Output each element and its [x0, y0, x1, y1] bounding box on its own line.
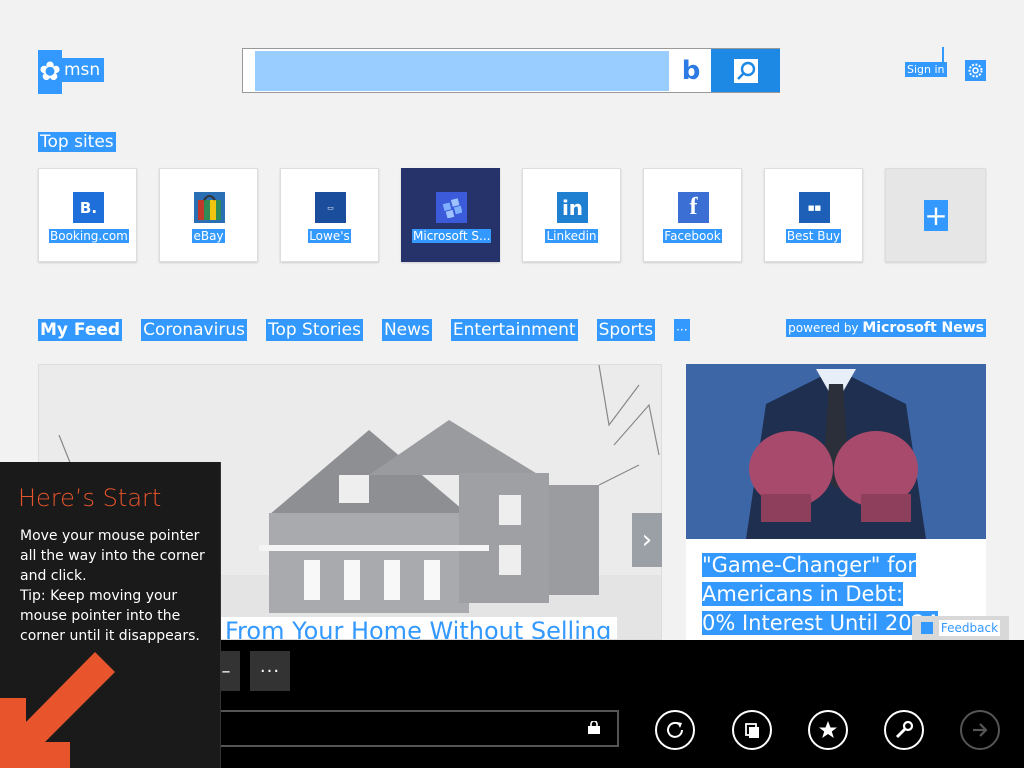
top-site-label: Booking.com: [49, 229, 129, 243]
boxing-gloves-image: [686, 364, 986, 539]
top-site-label: eBay: [192, 229, 225, 243]
top-site-booking[interactable]: B. Booking.com: [38, 168, 137, 262]
top-sites-title: Top sites: [38, 132, 116, 152]
next-arrow-button[interactable]: ›: [632, 513, 662, 567]
msn-logo[interactable]: ✿ msn: [38, 50, 105, 94]
powered-by-prefix: powered by: [788, 321, 859, 335]
tab-news[interactable]: News: [381, 319, 432, 341]
feedback-icon: [920, 622, 933, 634]
ebay-icon: [194, 192, 225, 223]
refresh-icon: [667, 721, 683, 738]
linkedin-icon: in: [557, 192, 588, 223]
tab-coronavirus[interactable]: Coronavirus: [141, 319, 247, 341]
facebook-icon: f: [678, 192, 709, 223]
plus-icon: +: [924, 199, 948, 232]
powered-by-brand: Microsoft News: [862, 320, 984, 336]
main-headline[interactable]: From Your Home Without Selling: [219, 617, 618, 639]
star-icon: [819, 721, 837, 738]
start-tip-body: Move your mouse pointer all the way into…: [20, 528, 205, 644]
booking-icon: B.: [73, 192, 104, 223]
more-button[interactable]: ···: [250, 651, 290, 691]
top-site-lowes[interactable]: ▭ Lowe's: [280, 168, 379, 262]
favorites-button[interactable]: [808, 710, 848, 750]
powered-by[interactable]: powered by Microsoft News: [786, 319, 986, 337]
tab-sports[interactable]: Sports: [596, 319, 656, 341]
top-site-microsoft-store[interactable]: Microsoft S...: [401, 168, 500, 262]
gear-icon: [968, 63, 983, 78]
arrow-right-icon: [973, 723, 988, 737]
msn-logo-text: msn: [62, 58, 105, 82]
lowes-icon: ▭: [315, 192, 346, 223]
wrench-icon: [895, 720, 914, 739]
top-site-bestbuy[interactable]: ■■ Best Buy: [764, 168, 863, 262]
start-tip-title: Here’s Start: [18, 484, 162, 512]
chevron-right-icon: ›: [641, 525, 653, 555]
forward-button[interactable]: [960, 710, 1000, 750]
search-box: b: [242, 48, 780, 93]
tabs-button[interactable]: [732, 710, 772, 750]
tab-my-feed[interactable]: My Feed: [38, 319, 123, 341]
bestbuy-icon: ■■: [799, 192, 830, 223]
top-site-label: Linkedin: [545, 229, 598, 243]
side-news-card[interactable]: "Game-Changer" for Americans in Debt: 0%…: [686, 364, 986, 640]
side-headline-text: "Game-Changer" for Americans in Debt: 0%…: [702, 553, 939, 635]
search-button[interactable]: [711, 49, 780, 92]
search-input[interactable]: [255, 51, 669, 91]
arrow-down-left-icon: [0, 652, 115, 768]
feedback-button[interactable]: Feedback: [912, 616, 1009, 640]
top-site-facebook[interactable]: f Facebook: [643, 168, 742, 262]
top-site-ebay[interactable]: eBay: [159, 168, 258, 262]
butterfly-icon: ✿: [38, 50, 62, 94]
feed-tabs: My Feed Coronavirus Top Stories News Ent…: [38, 319, 709, 341]
sign-in-link[interactable]: Sign in: [905, 62, 947, 77]
tabs-icon: [745, 723, 759, 738]
tab-entertainment[interactable]: Entertainment: [450, 319, 578, 341]
bing-icon: b: [681, 56, 701, 86]
top-site-label: Best Buy: [785, 229, 842, 243]
tab-top-stories[interactable]: Top Stories: [265, 319, 363, 341]
top-site-label: Facebook: [663, 229, 722, 243]
tab-more[interactable]: ···: [674, 319, 690, 341]
microsoft-store-icon: [436, 192, 467, 223]
refresh-button[interactable]: [655, 710, 695, 750]
side-headline[interactable]: "Game-Changer" for Americans in Debt: 0%…: [702, 551, 942, 638]
top-site-label: Lowe's: [308, 229, 351, 243]
top-site-label: Microsoft S...: [412, 229, 492, 243]
top-site-linkedin[interactable]: in Linkedin: [522, 168, 621, 262]
add-top-site-button[interactable]: +: [885, 168, 986, 262]
feedback-label: Feedback: [938, 620, 1001, 636]
start-tip-panel: Here’s Start Move your mouse pointer all…: [0, 462, 221, 768]
address-bar[interactable]: [212, 710, 619, 747]
tools-button[interactable]: [884, 710, 924, 750]
lock-icon: [588, 721, 600, 734]
search-icon: [733, 58, 758, 83]
settings-button[interactable]: [965, 60, 986, 81]
